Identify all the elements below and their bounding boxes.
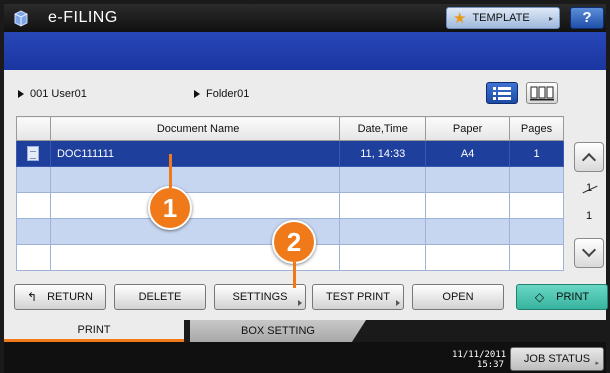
star-icon: ★ (453, 10, 467, 27)
row-datetime: 11, 14:33 (339, 140, 427, 167)
print-label: PRINT (556, 291, 590, 303)
scroll-up-button[interactable] (574, 142, 604, 172)
help-button[interactable]: ? (570, 7, 604, 29)
row-paper: A4 (425, 140, 511, 167)
tab-print[interactable]: PRINT (4, 320, 184, 342)
table-header: Document Name Date,Time Paper Pages (16, 116, 564, 141)
scroll-down-button[interactable] (574, 238, 604, 268)
callout-line-2 (293, 262, 296, 288)
breadcrumb-folder[interactable]: Folder01 (194, 88, 249, 100)
chevron-up-icon (581, 152, 597, 168)
submenu-arrow-icon: ▸ (595, 360, 599, 367)
table-row[interactable]: DOC111111 11, 14:33 A4 1 (16, 140, 564, 167)
column-header-paper[interactable]: Paper (425, 116, 511, 141)
job-status-button[interactable]: JOB STATUS ▸ (510, 347, 604, 371)
return-arrow-icon: ↰ (27, 290, 38, 304)
job-status-label: JOB STATUS (523, 353, 591, 365)
template-button[interactable]: ★ TEMPLATE ▸ (446, 7, 560, 29)
triangle-icon (18, 90, 24, 98)
tab-box-setting[interactable]: BOX SETTING (190, 320, 366, 342)
print-button[interactable]: ◇ PRINT (516, 284, 608, 310)
row-name: DOC111111 (49, 140, 341, 167)
diamond-icon: ◇ (534, 290, 545, 304)
breadcrumb-box[interactable]: 001 User01 (18, 88, 87, 100)
breadcrumb-box-label: 001 User01 (30, 88, 87, 100)
clock: 11/11/2011 15:37 (452, 350, 507, 370)
e-filing-icon (12, 9, 30, 27)
delete-button[interactable]: DELETE (114, 284, 206, 310)
submenu-arrow-icon (298, 300, 302, 306)
table-row-empty (16, 192, 564, 219)
column-header-pages[interactable]: Pages (509, 116, 564, 141)
callout-line-1 (169, 154, 172, 188)
tab-bar: PRINT BOX SETTING (4, 320, 606, 342)
column-header-date[interactable]: Date,Time (339, 116, 427, 141)
return-label: RETURN (47, 291, 93, 303)
table-row-empty (16, 166, 564, 193)
status-time: 15:37 (476, 360, 504, 370)
thumbnail-view-button[interactable] (526, 82, 558, 104)
settings-label: SETTINGS (232, 291, 288, 303)
main-panel: 001 User01 Folder01 Document Name Date,T… (4, 70, 608, 320)
breadcrumb-folder-label: Folder01 (206, 88, 250, 100)
message-area (4, 32, 606, 70)
test-print-label: TEST PRINT (326, 291, 390, 303)
callout-marker-2: 2 (272, 220, 316, 264)
submenu-arrow-icon (396, 300, 400, 306)
status-date: 11/11/2011 (452, 350, 507, 360)
list-view-icon (493, 87, 511, 100)
template-label: TEMPLATE (472, 12, 530, 24)
delete-label: DELETE (138, 291, 182, 303)
open-button[interactable]: OPEN (412, 284, 504, 310)
title-bar: e-FILING ★ TEMPLATE ▸ ? (4, 4, 606, 32)
list-view-button[interactable] (486, 82, 518, 104)
thumbnail-view-icon (530, 86, 554, 101)
submenu-arrow-icon: ▸ (548, 13, 553, 23)
page-total: 1 (585, 210, 593, 222)
column-header-icon (16, 116, 51, 141)
test-print-button[interactable]: TEST PRINT (312, 284, 404, 310)
open-label: OPEN (442, 291, 474, 303)
chevron-down-icon (581, 242, 597, 258)
callout-marker-1: 1 (148, 186, 192, 230)
document-icon (27, 146, 40, 161)
row-icon-cell (16, 140, 51, 167)
triangle-icon (194, 90, 200, 98)
app-title: e-FILING (48, 9, 118, 26)
column-header-name[interactable]: Document Name (49, 116, 341, 141)
row-pages: 1 (509, 140, 564, 167)
status-bar: 11/11/2011 15:37 JOB STATUS ▸ (4, 342, 606, 373)
return-button[interactable]: ↰ RETURN (14, 284, 106, 310)
